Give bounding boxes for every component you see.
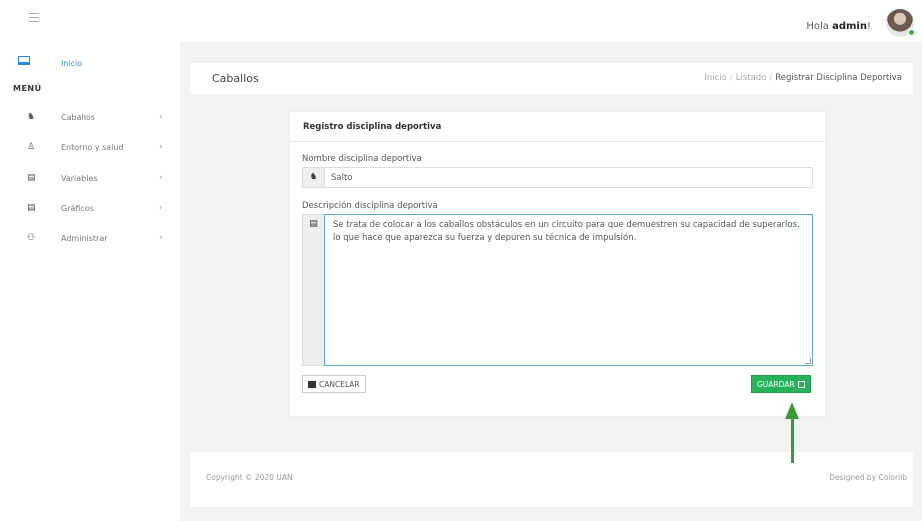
sidebar-item-label: Gráficos bbox=[61, 204, 94, 213]
sidebar-item-home[interactable]: Inicio bbox=[0, 48, 180, 78]
form-title: Registro disciplina deportiva bbox=[303, 122, 442, 132]
chevron-right-icon: › bbox=[159, 233, 163, 243]
close-square-icon bbox=[308, 380, 316, 388]
breadcrumb-item-current: Registrar Disciplina Deportiva bbox=[775, 73, 902, 83]
menu-toggle-icon[interactable] bbox=[29, 13, 39, 22]
form-header: Registro disciplina deportiva bbox=[290, 112, 825, 142]
online-status-dot bbox=[908, 29, 915, 36]
breadcrumb: Inicio / Listado / Registrar Disciplina Depo… bbox=[704, 73, 902, 83]
resize-handle-icon[interactable] bbox=[805, 358, 811, 364]
users-icon: ⚇ bbox=[27, 233, 36, 243]
greeting-suffix: ! bbox=[866, 21, 871, 32]
description-textarea[interactable]: Se trata de colocar a los caballos obstá… bbox=[324, 214, 813, 366]
user-greeting: Hola admin! bbox=[806, 21, 871, 32]
sidebar-item-caballos[interactable]: ♞ Caballos › bbox=[0, 108, 180, 130]
sidebar-item-graficos[interactable]: ▤ Gráficos › bbox=[0, 199, 180, 221]
sidebar-item-label: Inicio bbox=[61, 59, 83, 68]
cancel-label: CANCELAR bbox=[319, 379, 360, 389]
designed-by-link[interactable]: Designed by Colorlib bbox=[829, 473, 907, 482]
sidebar-item-variables[interactable]: ▤ Variables › bbox=[0, 169, 180, 191]
horse-icon: ♞ bbox=[303, 168, 325, 187]
file-icon: ▤ bbox=[303, 215, 325, 365]
breadcrumb-item-listado[interactable]: Listado bbox=[736, 73, 767, 83]
avatar[interactable] bbox=[886, 9, 915, 37]
sidebar: Inicio MENÚ ♞ Caballos › ♙ Entorno y sal… bbox=[0, 42, 180, 521]
laptop-icon bbox=[18, 56, 30, 65]
name-input-group: ♞ Salto bbox=[302, 167, 813, 188]
chevron-right-icon: › bbox=[159, 203, 163, 213]
breadcrumb-item-inicio[interactable]: Inicio bbox=[704, 73, 727, 83]
description-text: Se trata de colocar a los caballos obstá… bbox=[333, 220, 800, 243]
chevron-right-icon: › bbox=[159, 142, 163, 152]
sidebar-item-label: Administrar bbox=[61, 234, 108, 243]
horse-icon: ♞ bbox=[27, 112, 36, 122]
sidebar-item-label: Caballos bbox=[61, 113, 95, 122]
menu-title: MENÚ bbox=[13, 84, 42, 93]
chevron-right-icon: › bbox=[159, 112, 163, 122]
save-label: GUARDAR bbox=[757, 379, 795, 389]
file-icon: ▤ bbox=[27, 173, 36, 183]
top-bar: Hola admin! bbox=[0, 0, 922, 42]
name-field-label: Nombre disciplina deportiva bbox=[302, 154, 422, 164]
annotation-arrow-head bbox=[785, 402, 799, 419]
description-input-group: ▤ Se trata de colocar a los caballos obs… bbox=[302, 214, 813, 366]
main-content: Caballos Inicio / Listado / Registrar Discip… bbox=[180, 42, 922, 521]
user-icon: ♙ bbox=[27, 142, 36, 152]
annotation-arrow-shaft bbox=[791, 418, 794, 463]
sidebar-item-label: Entorno y salud bbox=[61, 143, 124, 152]
username: admin bbox=[832, 21, 867, 32]
page-header: Caballos Inicio / Listado / Registrar Discip… bbox=[190, 63, 913, 94]
save-icon bbox=[797, 380, 805, 388]
greeting-text: Hola bbox=[806, 21, 829, 32]
save-button[interactable]: GUARDAR bbox=[751, 375, 811, 393]
footer: Copyright © 2020 UAN Designed by Colorli… bbox=[190, 452, 913, 507]
registration-form-card: Registro disciplina deportiva Nombre dis… bbox=[290, 112, 825, 416]
description-field-label: Descripción disciplina deportiva bbox=[302, 201, 438, 211]
sidebar-item-entorno-salud[interactable]: ♙ Entorno y salud › bbox=[0, 138, 180, 160]
sidebar-item-label: Variables bbox=[61, 174, 98, 183]
page-title: Caballos bbox=[212, 72, 259, 85]
name-input[interactable]: Salto bbox=[325, 168, 812, 187]
cancel-button[interactable]: CANCELAR bbox=[302, 375, 366, 393]
chevron-right-icon: › bbox=[159, 173, 163, 183]
sidebar-item-administrar[interactable]: ⚇ Administrar › bbox=[0, 229, 180, 251]
chart-icon: ▤ bbox=[27, 203, 36, 213]
copyright-text: Copyright © 2020 UAN bbox=[206, 473, 293, 482]
